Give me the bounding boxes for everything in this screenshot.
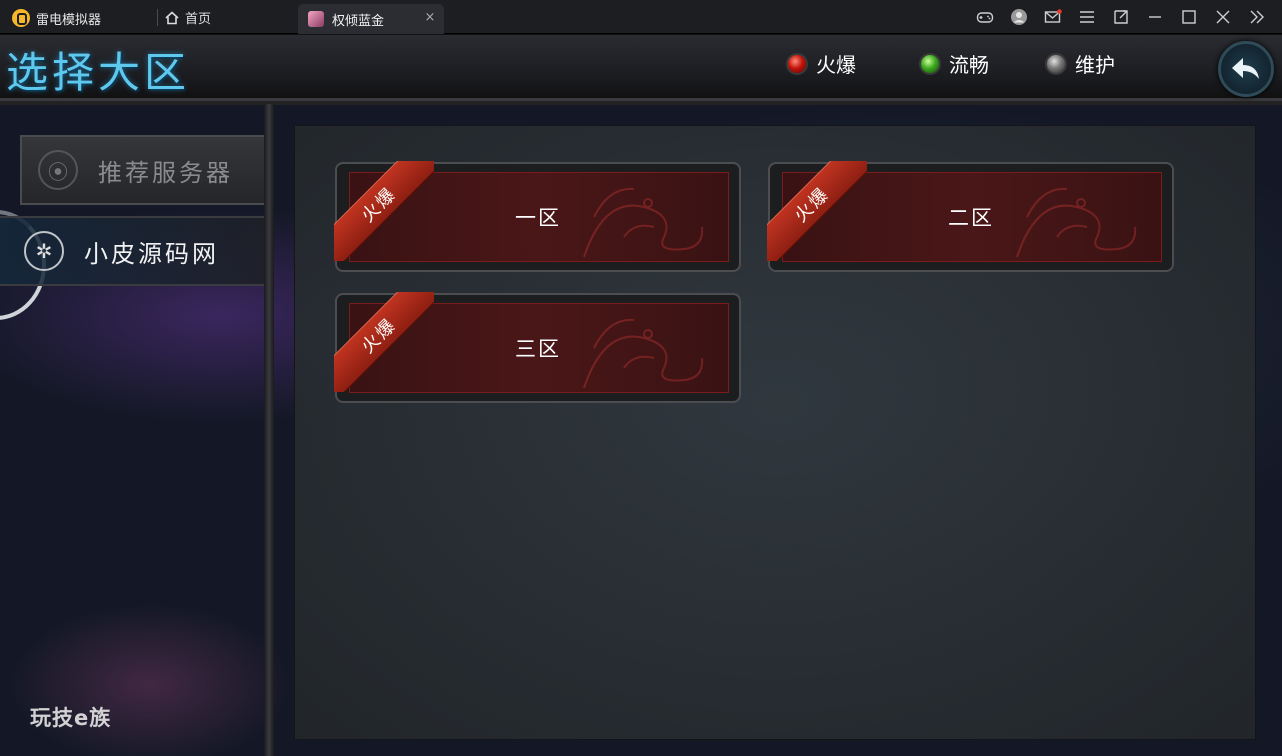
hot-ribbon: 火爆: [334, 292, 434, 392]
sidebar-item-server-group[interactable]: ✲ 小皮源码网: [0, 216, 264, 286]
hamburger-menu-icon: [1080, 11, 1094, 23]
maximize-icon: [1182, 10, 1196, 24]
home-tab-label: 首页: [185, 12, 212, 27]
return-arrow-icon: [1232, 58, 1259, 79]
shield-emblem-icon: ⦿: [38, 150, 78, 190]
red-status-orb-icon: [786, 52, 808, 75]
minimize-icon: [1149, 16, 1161, 18]
maximize-button[interactable]: [1172, 7, 1206, 27]
game-screen: 选择大区 火爆 流畅 维护 ⦿ 推荐服务器 ✲ 小皮源码网 玩技e族 一区 火爆…: [0, 35, 1282, 756]
ldplayer-logo-icon: [12, 9, 30, 27]
panel-divider: [264, 104, 274, 756]
server-list-panel: 一区 火爆 二区 火爆 三区 火爆: [294, 125, 1256, 740]
green-status-orb-icon: [919, 52, 941, 75]
menu-button[interactable]: [1070, 7, 1104, 27]
legend-smooth: 流畅: [919, 49, 989, 78]
tab-game[interactable]: 权倾蓝金 ×: [298, 4, 444, 34]
leaf-emblem-icon: ✲: [24, 231, 64, 271]
watermark: 玩技e族: [30, 706, 112, 730]
page-title: 选择大区: [6, 48, 191, 97]
window-controls: [968, 7, 1274, 27]
sidebar-item-label: 推荐服务器: [98, 158, 233, 187]
server-badge: 火爆: [790, 183, 834, 227]
server-card[interactable]: 三区 火爆: [334, 292, 741, 403]
game-app-icon: [308, 11, 324, 27]
back-button[interactable]: [1218, 41, 1274, 97]
legend-label: 流畅: [949, 53, 989, 77]
server-card[interactable]: 一区 火爆: [334, 161, 741, 272]
shrink-window-icon: [1114, 10, 1128, 24]
legend-label: 火爆: [816, 53, 856, 77]
titlebar-separator: [157, 9, 158, 26]
server-card[interactable]: 二区 火爆: [767, 161, 1174, 272]
home-icon: [165, 10, 179, 24]
gamepad-icon: [976, 12, 994, 23]
mail-icon: [1044, 9, 1062, 23]
server-badge: 火爆: [357, 314, 401, 358]
messages-button[interactable]: [1036, 7, 1070, 27]
gray-status-orb-icon: [1045, 52, 1067, 75]
app-name: 雷电模拟器: [36, 12, 102, 28]
emulator-titlebar: 雷电模拟器 首页 权倾蓝金 ×: [0, 0, 1282, 34]
legend-label: 维护: [1075, 53, 1115, 77]
double-chevron-right-icon: [1250, 10, 1264, 24]
close-icon: [1216, 10, 1230, 24]
tab-home[interactable]: 首页: [165, 8, 211, 27]
server-select-header: 选择大区 火爆 流畅 维护: [0, 35, 1282, 105]
legend-maintenance: 维护: [1045, 49, 1115, 78]
restore-window-button[interactable]: [1104, 7, 1138, 27]
sidebar-item-recommended-servers[interactable]: ⦿ 推荐服务器: [20, 135, 264, 205]
gamepad-button[interactable]: [968, 7, 1002, 27]
legend-hot: 火爆: [786, 49, 856, 78]
hot-ribbon: 火爆: [767, 161, 867, 261]
close-window-button[interactable]: [1206, 7, 1240, 27]
server-badge: 火爆: [357, 183, 401, 227]
close-tab-icon[interactable]: ×: [424, 11, 436, 24]
game-tab-label: 权倾蓝金: [332, 13, 385, 29]
sidebar-toggle-button[interactable]: [1240, 7, 1274, 27]
user-avatar-icon: [1011, 9, 1027, 25]
emulator-brand: 雷电模拟器: [12, 8, 101, 28]
account-button[interactable]: [1002, 7, 1036, 27]
sidebar-item-label: 小皮源码网: [84, 239, 219, 268]
hot-ribbon: 火爆: [334, 161, 434, 261]
minimize-button[interactable]: [1138, 7, 1172, 27]
